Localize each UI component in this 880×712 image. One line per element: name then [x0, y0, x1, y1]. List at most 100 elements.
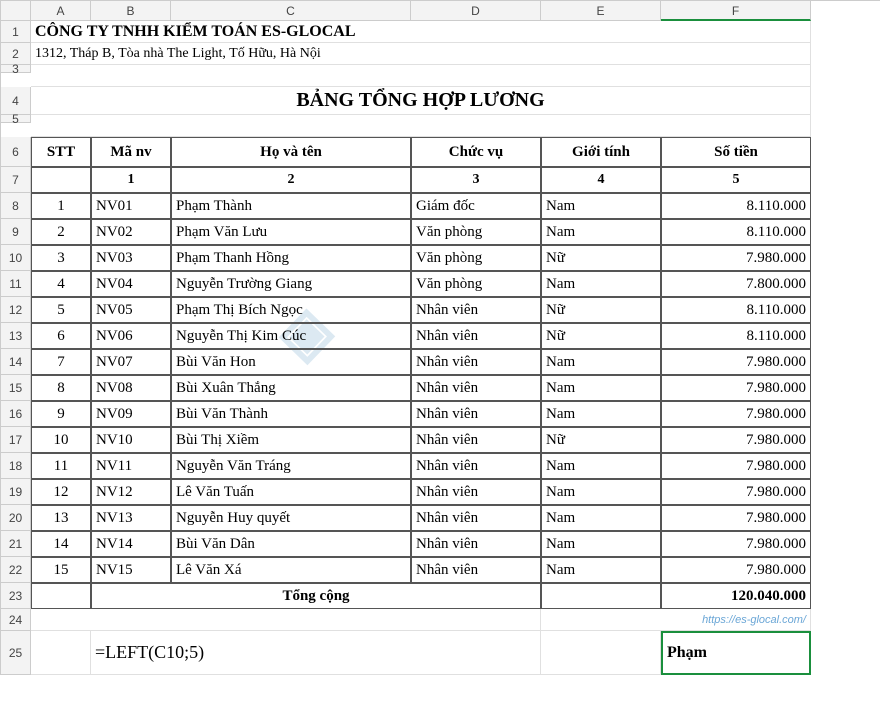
cell-manv-22[interactable]: NV15: [91, 557, 171, 583]
cell-ten-16[interactable]: Bùi Văn Thành: [171, 401, 411, 427]
cell-ten-19[interactable]: Lê Văn Tuấn: [171, 479, 411, 505]
cell-tien-8[interactable]: 8.110.000: [661, 193, 811, 219]
cell-ten-8[interactable]: Phạm Thành: [171, 193, 411, 219]
row-header-5[interactable]: 5: [1, 115, 31, 123]
row-header-10[interactable]: 10: [1, 245, 31, 271]
cell-cv-17[interactable]: Nhân viên: [411, 427, 541, 453]
formula-cell[interactable]: =LEFT(C10;5): [91, 631, 541, 675]
col-header-D[interactable]: D: [411, 1, 541, 21]
cell-cv-9[interactable]: Văn phòng: [411, 219, 541, 245]
thn-e[interactable]: 4: [541, 167, 661, 193]
cell-ten-9[interactable]: Phạm Văn Lưu: [171, 219, 411, 245]
cell-manv-13[interactable]: NV06: [91, 323, 171, 349]
row-header-20[interactable]: 20: [1, 505, 31, 531]
cell-tien-10[interactable]: 7.980.000: [661, 245, 811, 271]
total-blank-e[interactable]: [541, 583, 661, 609]
cell-blank-5[interactable]: [31, 115, 811, 137]
cell-stt-17[interactable]: 10: [31, 427, 91, 453]
cell-ten-17[interactable]: Bùi Thị Xiềm: [171, 427, 411, 453]
row-header-13[interactable]: 13: [1, 323, 31, 349]
cell-ten-20[interactable]: Nguyễn Huy quyết: [171, 505, 411, 531]
cell-stt-11[interactable]: 4: [31, 271, 91, 297]
row-header-23[interactable]: 23: [1, 583, 31, 609]
thn-a[interactable]: [31, 167, 91, 193]
total-label[interactable]: Tổng cộng: [91, 583, 541, 609]
cell-stt-14[interactable]: 7: [31, 349, 91, 375]
cell-gt-20[interactable]: Nam: [541, 505, 661, 531]
cell-stt-15[interactable]: 8: [31, 375, 91, 401]
th-sotien[interactable]: Số tiền: [661, 137, 811, 167]
cell-stt-12[interactable]: 5: [31, 297, 91, 323]
row-header-12[interactable]: 12: [1, 297, 31, 323]
row-header-6[interactable]: 6: [1, 137, 31, 167]
cell-manv-16[interactable]: NV09: [91, 401, 171, 427]
cell-ten-21[interactable]: Bùi Văn Dân: [171, 531, 411, 557]
row-header-11[interactable]: 11: [1, 271, 31, 297]
col-header-B[interactable]: B: [91, 1, 171, 21]
cell-ten-11[interactable]: Nguyễn Trường Giang: [171, 271, 411, 297]
cell-gt-15[interactable]: Nam: [541, 375, 661, 401]
cell-gt-9[interactable]: Nam: [541, 219, 661, 245]
cell-gt-11[interactable]: Nam: [541, 271, 661, 297]
row-header-15[interactable]: 15: [1, 375, 31, 401]
row-header-7[interactable]: 7: [1, 167, 31, 193]
total-value[interactable]: 120.040.000: [661, 583, 811, 609]
cell-manv-18[interactable]: NV11: [91, 453, 171, 479]
cell-tien-20[interactable]: 7.980.000: [661, 505, 811, 531]
col-header-E[interactable]: E: [541, 1, 661, 21]
cell-tien-15[interactable]: 7.980.000: [661, 375, 811, 401]
cell-manv-8[interactable]: NV01: [91, 193, 171, 219]
cell-manv-20[interactable]: NV13: [91, 505, 171, 531]
thn-d[interactable]: 3: [411, 167, 541, 193]
row-header-21[interactable]: 21: [1, 531, 31, 557]
col-header-A[interactable]: A: [31, 1, 91, 21]
cell-cv-19[interactable]: Nhân viên: [411, 479, 541, 505]
cell-gt-21[interactable]: Nam: [541, 531, 661, 557]
cell-gt-18[interactable]: Nam: [541, 453, 661, 479]
cell-tien-18[interactable]: 7.980.000: [661, 453, 811, 479]
cell-ten-13[interactable]: Nguyễn Thị Kim Cúc: [171, 323, 411, 349]
cell-tien-17[interactable]: 7.980.000: [661, 427, 811, 453]
cell-stt-10[interactable]: 3: [31, 245, 91, 271]
thn-c[interactable]: 2: [171, 167, 411, 193]
cell-tien-11[interactable]: 7.800.000: [661, 271, 811, 297]
total-blank-a[interactable]: [31, 583, 91, 609]
cell-manv-19[interactable]: NV12: [91, 479, 171, 505]
cell-cv-22[interactable]: Nhân viên: [411, 557, 541, 583]
cell-stt-9[interactable]: 2: [31, 219, 91, 245]
th-stt[interactable]: STT: [31, 137, 91, 167]
row-header-9[interactable]: 9: [1, 219, 31, 245]
cell-stt-20[interactable]: 13: [31, 505, 91, 531]
url-note[interactable]: https://es-glocal.com/: [541, 609, 811, 631]
cell-cv-15[interactable]: Nhân viên: [411, 375, 541, 401]
th-chucvu[interactable]: Chức vụ: [411, 137, 541, 167]
cell-ten-15[interactable]: Bùi Xuân Thắng: [171, 375, 411, 401]
cell-ten-14[interactable]: Bùi Văn Hon: [171, 349, 411, 375]
cell-cv-12[interactable]: Nhân viên: [411, 297, 541, 323]
cell-ten-10[interactable]: Phạm Thanh Hồng: [171, 245, 411, 271]
sheet-title[interactable]: BẢNG TỔNG HỢP LƯƠNG: [31, 87, 811, 115]
row-header-1[interactable]: 1: [1, 21, 31, 43]
cell-ten-12[interactable]: Phạm Thị Bích Ngọc: [171, 297, 411, 323]
row-header-22[interactable]: 22: [1, 557, 31, 583]
cell-tien-14[interactable]: 7.980.000: [661, 349, 811, 375]
cell-cv-20[interactable]: Nhân viên: [411, 505, 541, 531]
cell-blank-24[interactable]: [31, 609, 541, 631]
th-gioitinh[interactable]: Giới tính: [541, 137, 661, 167]
row-header-14[interactable]: 14: [1, 349, 31, 375]
cell-E25[interactable]: [541, 631, 661, 675]
cell-manv-14[interactable]: NV07: [91, 349, 171, 375]
cell-gt-19[interactable]: Nam: [541, 479, 661, 505]
cell-gt-22[interactable]: Nam: [541, 557, 661, 583]
cell-ten-22[interactable]: Lê Văn Xá: [171, 557, 411, 583]
cell-cv-13[interactable]: Nhân viên: [411, 323, 541, 349]
cell-stt-8[interactable]: 1: [31, 193, 91, 219]
th-manv[interactable]: Mã nv: [91, 137, 171, 167]
cell-stt-19[interactable]: 12: [31, 479, 91, 505]
row-header-16[interactable]: 16: [1, 401, 31, 427]
cell-ten-18[interactable]: Nguyễn Văn Tráng: [171, 453, 411, 479]
row-header-8[interactable]: 8: [1, 193, 31, 219]
row-header-3[interactable]: 3: [1, 65, 31, 73]
cell-cv-10[interactable]: Văn phòng: [411, 245, 541, 271]
thn-f[interactable]: 5: [661, 167, 811, 193]
